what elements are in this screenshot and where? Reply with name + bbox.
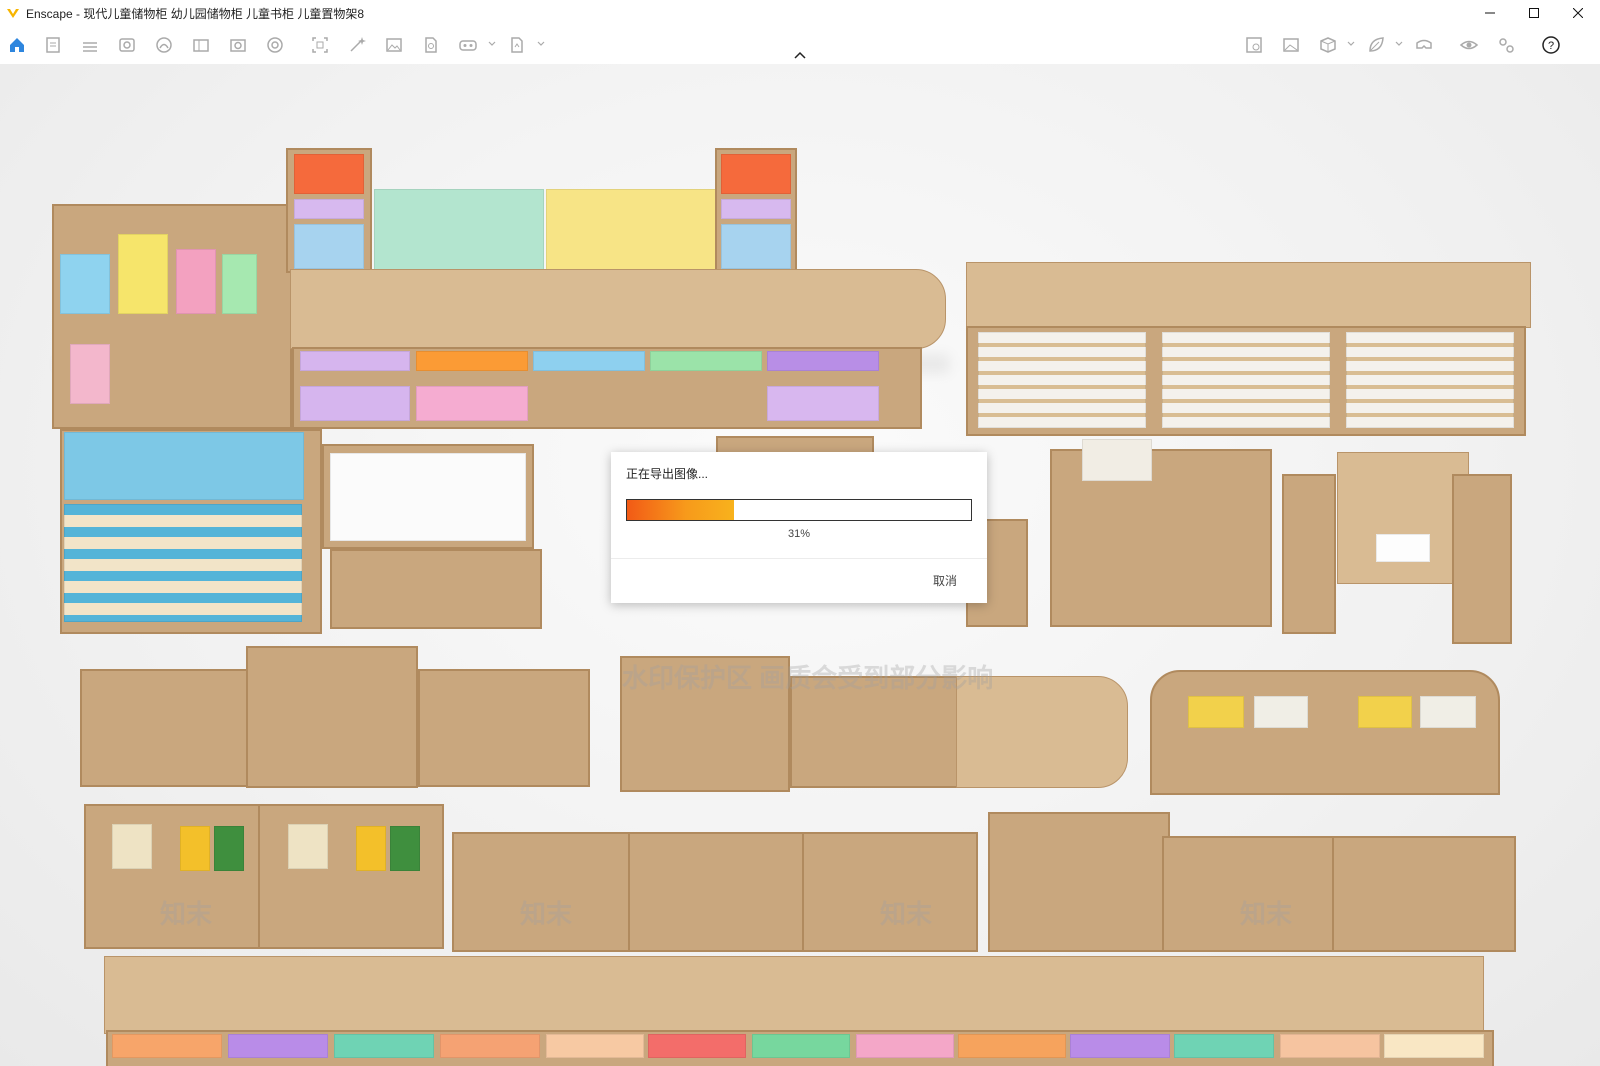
maximize-button[interactable]	[1512, 0, 1556, 26]
box-button[interactable]	[1317, 34, 1339, 56]
settings-button[interactable]	[1495, 34, 1517, 56]
home-button[interactable]	[6, 34, 28, 56]
bim-icon	[83, 42, 97, 52]
progress-percent: 31%	[787, 528, 811, 540]
svg-text:?: ?	[1548, 40, 1554, 52]
export-progress-dialog: 正在导出图像... 31% 取消	[611, 452, 987, 603]
export-file-button[interactable]	[420, 34, 442, 56]
watermark-brand: 知末	[1240, 899, 1293, 929]
title-bar: Enscape - 现代儿童储物柜 幼儿园储物柜 儿童书柜 儿童置物架8	[0, 0, 1600, 26]
window-title: Enscape - 现代儿童储物柜 幼儿园储物柜 儿童书柜 儿童置物架8	[26, 6, 365, 21]
magic-icon	[350, 37, 366, 52]
render-icon	[1283, 38, 1299, 52]
vr-headset-icon	[1416, 39, 1432, 49]
progress-fill	[627, 500, 734, 520]
chevron-down-icon[interactable]	[488, 40, 496, 48]
chevron-down-icon[interactable]	[1347, 40, 1355, 48]
render-button[interactable]	[1280, 34, 1302, 56]
image-icon	[386, 38, 402, 52]
panorama-icon	[267, 37, 283, 53]
maximize-icon	[1529, 8, 1539, 18]
enscape-logo-icon	[7, 9, 19, 18]
gallery-button[interactable]	[1243, 34, 1265, 56]
leaf-button[interactable]	[1365, 34, 1387, 56]
document-icon	[46, 37, 60, 53]
panorama-button[interactable]	[264, 34, 286, 56]
chevron-down-icon[interactable]	[1395, 40, 1403, 48]
eye-icon	[1459, 40, 1479, 50]
dialog-title: 正在导出图像...	[626, 467, 709, 481]
library-icon	[193, 39, 209, 52]
collapse-toolbar-icon[interactable]	[792, 50, 808, 60]
export-file-icon	[425, 37, 437, 53]
box-icon	[1320, 37, 1336, 53]
batch-icon	[312, 37, 328, 53]
asset-button[interactable]	[153, 34, 175, 56]
close-button[interactable]	[1556, 0, 1600, 26]
leaf-icon	[1369, 37, 1384, 52]
watermark-notice: 水印保护区 画质会受到部分影响	[622, 663, 994, 693]
magic-button[interactable]	[346, 34, 368, 56]
gallery-icon	[1246, 37, 1262, 53]
watermark-brand: 知末	[520, 899, 573, 929]
close-icon	[1573, 8, 1583, 18]
vr-button[interactable]	[457, 34, 479, 56]
chevron-down-icon[interactable]	[537, 40, 545, 48]
library-button[interactable]	[190, 34, 212, 56]
view-icon	[119, 38, 135, 52]
home-icon	[10, 38, 24, 52]
upload-icon	[511, 37, 523, 53]
help-icon: ?	[1542, 36, 1560, 54]
vr-icon	[459, 40, 477, 51]
vr-headset-button[interactable]	[1413, 34, 1435, 56]
document-button[interactable]	[42, 34, 64, 56]
upload-button[interactable]	[506, 34, 528, 56]
image-button[interactable]	[383, 34, 405, 56]
window-controls	[1468, 0, 1600, 26]
settings-icon	[1499, 38, 1514, 53]
help-button[interactable]: ?	[1540, 34, 1562, 56]
minimize-button[interactable]	[1468, 0, 1512, 26]
capture-icon	[230, 39, 246, 52]
view-button[interactable]	[116, 34, 138, 56]
export-progress-bar	[626, 499, 972, 521]
batch-button[interactable]	[309, 34, 331, 56]
capture-button[interactable]	[227, 34, 249, 56]
bim-button[interactable]	[79, 34, 101, 56]
watermark-brand: 知末	[880, 899, 933, 929]
eye-button[interactable]	[1458, 34, 1480, 56]
dialog-divider	[611, 558, 987, 559]
cancel-button[interactable]: 取消	[933, 572, 957, 589]
minimize-icon	[1485, 12, 1495, 14]
watermark-brand: 知末	[160, 899, 213, 929]
asset-icon	[156, 37, 172, 53]
